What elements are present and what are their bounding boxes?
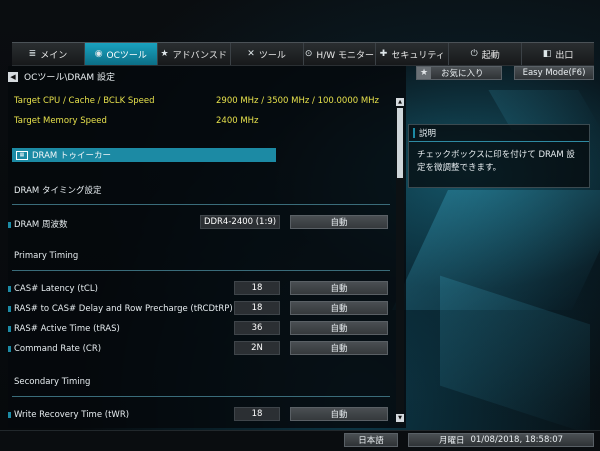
command-rate-value[interactable]: 2N	[234, 341, 280, 355]
trcdtrp-value[interactable]: 18	[234, 301, 280, 315]
primary-timing-heading: Primary Timing	[14, 251, 79, 261]
write-recovery-label: Write Recovery Time (tWR)	[8, 410, 129, 420]
cpu-speed-label: Target CPU / Cache / BCLK Speed	[14, 96, 155, 106]
cas-latency-select[interactable]: 自動	[290, 281, 388, 295]
cas-latency-value[interactable]: 18	[234, 281, 280, 295]
datetime-value: 01/08/2018, 18:58:07	[470, 435, 564, 445]
favorites-button[interactable]: ★ お気に入り	[416, 66, 502, 80]
tab-label: セキュリティ	[391, 50, 445, 61]
description-panel: 説明 チェックボックスに印を付けて DRAM 設定を微調整できます。	[408, 124, 590, 188]
datetime-display: 月曜日 01/08/2018, 18:58:07	[408, 433, 594, 447]
star-icon: ★	[417, 67, 431, 79]
description-header: 説明	[409, 125, 589, 142]
dram-frequency-select[interactable]: 自動	[290, 215, 388, 229]
scrollbar-thumb[interactable]	[397, 108, 403, 178]
dram-frequency-label: DRAM 周波数	[8, 218, 67, 230]
cas-latency-label: CAS# Latency (tCL)	[8, 284, 98, 294]
tras-label: RAS# Active Time (tRAS)	[8, 324, 120, 334]
tab-label: H/W モニター	[316, 50, 374, 61]
trcdtrp-label: RAS# to CAS# Delay and Row Precharge (tR…	[8, 304, 233, 314]
scroll-up-arrow-icon[interactable]: ▲	[396, 98, 404, 106]
tab-label: アドバンスド	[172, 50, 227, 61]
tab-label: ツール	[258, 50, 286, 61]
top-navigation: ≣ メイン ◉ OCツール ★ アドバンスド ✕ ツール ⊙ H/W モニター ✚ セキュリ…	[12, 42, 594, 66]
command-rate-select[interactable]: 自動	[290, 341, 388, 355]
write-recovery-value[interactable]: 18	[234, 407, 280, 421]
tab-label: メイン	[40, 50, 68, 61]
favorites-label: お気に入り	[441, 69, 484, 79]
language-button[interactable]: 日本語	[344, 433, 398, 447]
divider	[12, 396, 390, 397]
tab-boot[interactable]: ⏻ 起動	[449, 43, 523, 65]
dram-tweaker-item[interactable]: ▦ DRAM トゥイーカー	[12, 148, 276, 162]
tab-label: 出口	[555, 50, 574, 61]
tras-select[interactable]: 自動	[290, 321, 388, 335]
shield-icon: ✚	[379, 49, 388, 59]
easy-mode-button[interactable]: Easy Mode(F6)	[514, 66, 594, 80]
exit-icon: ◧	[542, 49, 552, 59]
tab-tool[interactable]: ✕ ツール	[230, 43, 304, 65]
tab-advanced[interactable]: ★ アドバンスド	[157, 43, 231, 65]
tab-label: 起動	[481, 50, 500, 61]
secondary-timing-heading: Secondary Timing	[14, 377, 91, 387]
tab-exit[interactable]: ◧ 出口	[522, 43, 594, 65]
description-title: 説明	[419, 129, 437, 139]
breadcrumb-text: OCツール\DRAM 設定	[24, 73, 116, 83]
memory-icon: ▦	[16, 150, 28, 160]
weekday-label: 月曜日	[438, 436, 465, 446]
dram-frequency-value: DDR4-2400 (1:9)	[200, 215, 280, 229]
memory-speed-value: 2400 MHz	[216, 116, 259, 126]
scroll-down-arrow-icon[interactable]: ▼	[396, 414, 404, 422]
command-rate-label: Command Rate (CR)	[8, 344, 101, 354]
memory-speed-label: Target Memory Speed	[14, 116, 107, 126]
divider	[12, 204, 390, 205]
divider	[12, 270, 390, 271]
tras-value[interactable]: 36	[234, 321, 280, 335]
trcdtrp-select[interactable]: 自動	[290, 301, 388, 315]
timing-section-heading: DRAM タイミング設定	[14, 186, 102, 196]
tab-security[interactable]: ✚ セキュリティ	[376, 43, 450, 65]
monitor-icon: ⊙	[304, 49, 313, 59]
cpu-speed-value: 2900 MHz / 3500 MHz / 100.0000 MHz	[216, 96, 380, 106]
write-recovery-select[interactable]: 自動	[290, 407, 388, 421]
breadcrumb: ◀ OCツール\DRAM 設定	[8, 70, 115, 83]
star-icon: ★	[160, 49, 169, 59]
tab-oc-tweaker[interactable]: ◉ OCツール	[84, 43, 158, 65]
list-icon: ≣	[28, 49, 37, 59]
tools-icon: ✕	[247, 49, 255, 59]
back-button[interactable]: ◀	[8, 71, 18, 82]
description-text: チェックボックスに印を付けて DRAM 設定を微調整できます。	[417, 150, 575, 173]
dram-tweaker-label: DRAM トゥイーカー	[32, 151, 111, 161]
tab-main[interactable]: ≣ メイン	[12, 43, 85, 65]
tab-label: OCツール	[106, 50, 147, 61]
flame-icon: ◉	[94, 49, 103, 59]
tab-hw-monitor[interactable]: ⊙ H/W モニター	[303, 43, 377, 65]
power-icon: ⏻	[470, 49, 478, 59]
